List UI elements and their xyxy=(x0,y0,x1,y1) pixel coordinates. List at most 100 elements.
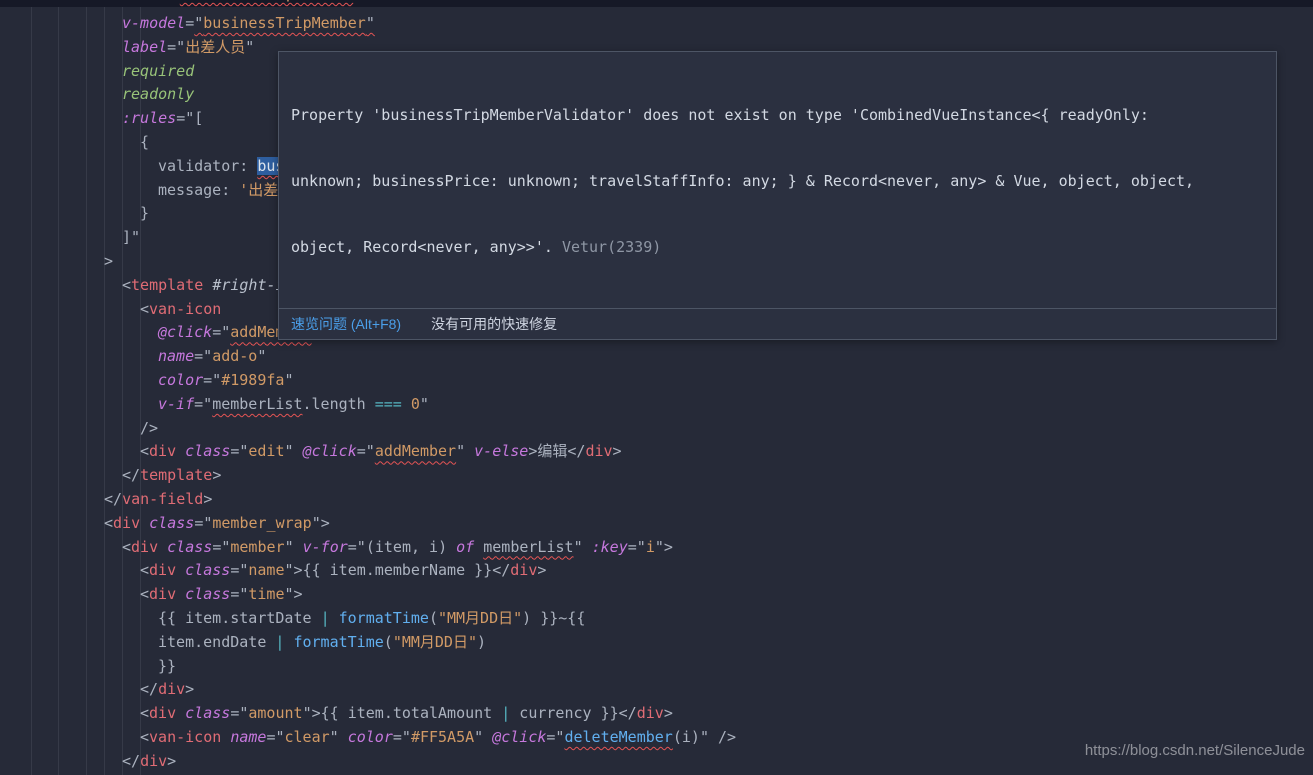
code-token: "> xyxy=(285,561,303,579)
code-token: =" xyxy=(230,561,248,579)
code-token: } xyxy=(140,204,149,222)
code-token: </ xyxy=(567,442,585,460)
code-token: memberList xyxy=(483,538,573,556)
code-token: div xyxy=(140,752,167,770)
code-token: " /> xyxy=(700,728,736,746)
code-line[interactable]: <div class="edit" @click="addMember" v-e… xyxy=(0,440,1313,464)
code-line[interactable]: v-model="businessTripMember" xyxy=(0,12,1313,36)
code-line[interactable]: /> xyxy=(0,417,1313,441)
code-token: ="[ xyxy=(176,109,203,127)
code-token: =" xyxy=(546,728,564,746)
code-line[interactable]: }} xyxy=(0,655,1313,679)
code-token: 出差人员 xyxy=(185,38,245,56)
code-line[interactable]: </div> xyxy=(0,678,1313,702)
code-token xyxy=(176,585,185,603)
code-line[interactable]: item.endDate | formatTime("MM月DD日") xyxy=(0,631,1313,655)
code-token: businessTripMember xyxy=(203,14,366,32)
code-line[interactable]: </van-field> xyxy=(0,488,1313,512)
code-token: < xyxy=(140,442,149,460)
code-token: deleteMember xyxy=(564,728,672,746)
code-token: " xyxy=(284,371,293,389)
code-token: div xyxy=(149,585,176,603)
code-token: name xyxy=(158,347,194,365)
error-message-line: Property 'businessTripMemberValidator' d… xyxy=(291,104,1264,126)
code-token: " xyxy=(285,538,303,556)
code-line[interactable]: v-if="memberList.length === 0" xyxy=(0,393,1313,417)
code-token: div xyxy=(131,538,158,556)
code-line[interactable]: <div class="name">{{ item.memberName }}<… xyxy=(0,559,1313,583)
code-token xyxy=(176,561,185,579)
code-token: > xyxy=(203,490,212,508)
code-token: clear xyxy=(285,728,330,746)
code-token: " xyxy=(257,347,266,365)
code-token: memberList xyxy=(212,395,302,413)
code-token: item.endDate xyxy=(158,633,275,651)
code-line[interactable]: {{ item.startDate | formatTime("MM月DD日")… xyxy=(0,607,1313,631)
code-token xyxy=(140,514,149,532)
code-token xyxy=(221,728,230,746)
code-token: </ xyxy=(122,752,140,770)
code-token: class xyxy=(185,704,230,722)
code-token: add-o xyxy=(212,347,257,365)
code-token: > xyxy=(613,442,622,460)
code-token xyxy=(176,442,185,460)
code-token xyxy=(474,538,483,556)
code-token: @click xyxy=(158,323,212,341)
code-token: " xyxy=(574,538,592,556)
code-token: class xyxy=(185,561,230,579)
code-token: v-if xyxy=(158,395,194,413)
code-token: < xyxy=(140,728,149,746)
code-token: =" xyxy=(230,585,248,603)
error-message: Property 'businessTripMemberValidator' d… xyxy=(279,52,1276,308)
code-token: class xyxy=(167,538,212,556)
code-token: =" xyxy=(194,514,212,532)
code-line[interactable]: <div class="time"> xyxy=(0,583,1313,607)
code-token: div xyxy=(637,704,664,722)
code-token: =" xyxy=(230,704,248,722)
code-token: businessTripNumber xyxy=(180,0,353,2)
code-token: :key xyxy=(592,538,628,556)
code-token: > xyxy=(212,466,221,484)
code-token: required xyxy=(122,62,194,80)
code-token: #FF5A5A xyxy=(411,728,474,746)
code-token: ( xyxy=(429,609,438,627)
code-token: = xyxy=(185,14,194,32)
code-token: label xyxy=(122,38,167,56)
code-line[interactable]: <div class="amount">{{ item.totalAmount … xyxy=(0,702,1313,726)
code-token: v-model xyxy=(122,14,185,32)
code-token: "> xyxy=(285,585,303,603)
code-token: div xyxy=(585,442,612,460)
peek-problem-link[interactable]: 速览问题 (Alt+F8) xyxy=(291,314,401,334)
code-line[interactable]: <div class="member" v-for="(item, i) of … xyxy=(0,536,1313,560)
code-token: {{ item.totalAmount xyxy=(321,704,502,722)
code-token: "MM月DD日" xyxy=(438,609,522,627)
code-token: ) xyxy=(477,633,486,651)
code-token: < xyxy=(140,585,149,603)
code-token: /> xyxy=(140,419,158,437)
code-token: " xyxy=(420,395,429,413)
code-token: =" xyxy=(161,0,180,2)
code-token: message: xyxy=(158,181,239,199)
code-token: </ xyxy=(104,490,122,508)
code-token: " xyxy=(245,38,254,56)
code-line[interactable]: <div class="member_wrap"> xyxy=(0,512,1313,536)
code-token: {{ item.memberName }} xyxy=(303,561,493,579)
code-line[interactable]: name="add-o" xyxy=(0,345,1313,369)
code-token: name xyxy=(248,561,284,579)
code-token: formatTime xyxy=(293,633,383,651)
code-token: validator: xyxy=(158,157,257,175)
code-token: {{ item.startDate xyxy=(158,609,321,627)
code-line[interactable]: </template> xyxy=(0,464,1313,488)
code-token: div xyxy=(510,561,537,579)
code-token: currency }} xyxy=(510,704,618,722)
code-token: class xyxy=(149,514,194,532)
code-token: | xyxy=(321,609,330,627)
code-token xyxy=(176,704,185,722)
code-token: (item, i) xyxy=(366,538,456,556)
code-token: > xyxy=(104,252,113,270)
code-line[interactable]: color="#1989fa" xyxy=(0,369,1313,393)
code-token: ]" xyxy=(122,228,140,246)
code-line[interactable]: name="businessTripNumber" xyxy=(0,0,1313,7)
code-editor[interactable]: name="businessTripNumber" v-model="busin… xyxy=(0,0,1313,775)
error-message-line: object, Record<never, any>>'. Vetur(2339… xyxy=(291,236,1264,258)
